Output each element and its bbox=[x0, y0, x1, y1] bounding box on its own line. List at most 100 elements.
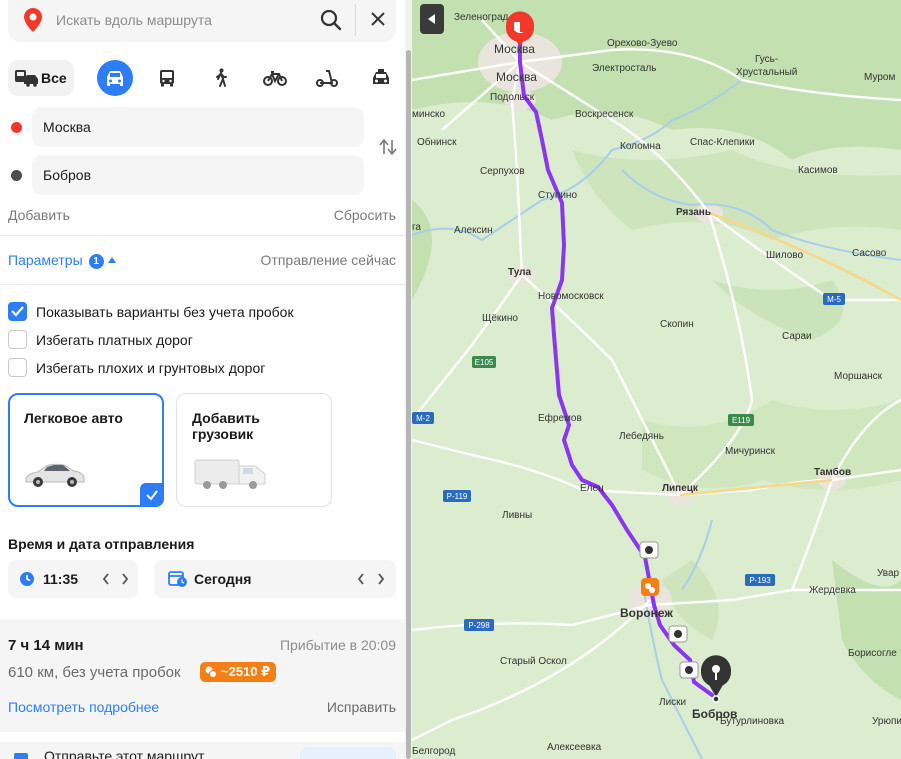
city-label: Хрустальный bbox=[736, 67, 797, 78]
send-route-text: Отправьте этот маршрут bbox=[44, 748, 205, 759]
collapse-panel-button[interactable] bbox=[420, 4, 444, 34]
route-summary-card[interactable]: 7 ч 14 мин Прибытие в 20:09 610 км, без … bbox=[0, 619, 405, 759]
option-label: Избегать платных дорог bbox=[36, 332, 193, 348]
selected-check-badge bbox=[140, 483, 164, 507]
departure-date-picker[interactable]: Сегодня bbox=[154, 560, 396, 598]
city-label: Тула bbox=[508, 267, 532, 278]
road-shield-m5: М-5 bbox=[823, 293, 845, 305]
road-shield-p193: Р-193 bbox=[745, 574, 775, 586]
city-label: Лиски bbox=[659, 697, 686, 708]
scrollbar-thumb[interactable] bbox=[406, 50, 411, 759]
caret-up-icon bbox=[107, 257, 116, 263]
city-label: Бутурлиновка bbox=[720, 716, 785, 727]
vehicle-car-label: Легковое авто bbox=[24, 410, 123, 426]
view-details-link[interactable]: Посмотреть подробнее bbox=[8, 699, 159, 715]
chevron-left-icon[interactable] bbox=[356, 572, 366, 586]
mode-walk-button[interactable] bbox=[203, 60, 239, 96]
city-label: Коломна bbox=[620, 141, 661, 152]
mode-bicycle-button[interactable] bbox=[257, 60, 293, 96]
map-canvas[interactable]: E105 М-2 М-5 E119 Р-119 Р-193 Р-298 Зеле… bbox=[412, 0, 901, 759]
clock-icon bbox=[20, 572, 34, 586]
city-label: Ефремов bbox=[538, 412, 582, 424]
road-shield-e105: E105 bbox=[472, 356, 496, 368]
vehicle-truck-card[interactable]: Добавить грузовик bbox=[176, 393, 332, 507]
reset-route-button[interactable]: Сбросить bbox=[334, 207, 396, 223]
chevron-right-icon[interactable] bbox=[376, 572, 386, 586]
mode-all-button[interactable]: Все bbox=[8, 60, 74, 96]
svg-text:E119: E119 bbox=[732, 416, 751, 425]
start-point-field[interactable]: Москва bbox=[32, 107, 364, 147]
swap-points-icon[interactable] bbox=[378, 138, 398, 156]
vehicle-car-card[interactable]: Легковое авто bbox=[8, 393, 164, 507]
svg-text:E105: E105 bbox=[475, 358, 494, 367]
city-label: Серпухов bbox=[480, 166, 525, 177]
map-view[interactable]: E105 М-2 М-5 E119 Р-119 Р-193 Р-298 Зеле… bbox=[412, 0, 901, 759]
city-label: Орехово-Зуево bbox=[607, 38, 678, 49]
city-label: Елец bbox=[580, 483, 604, 494]
add-point-button[interactable]: Добавить bbox=[8, 207, 70, 223]
report-error-link[interactable]: Исправить bbox=[327, 699, 396, 715]
send-route-checkbox[interactable] bbox=[14, 753, 28, 759]
city-label: Подольск bbox=[490, 92, 535, 103]
svg-text:Р-193: Р-193 bbox=[749, 576, 771, 585]
mode-car-button[interactable] bbox=[97, 60, 133, 96]
send-route-button[interactable] bbox=[300, 747, 396, 759]
mode-bus-button[interactable] bbox=[149, 60, 185, 96]
chevron-left-icon[interactable] bbox=[101, 572, 111, 586]
map-pin-icon bbox=[24, 8, 42, 32]
chevron-right-icon[interactable] bbox=[120, 572, 130, 586]
departure-time-picker[interactable]: 11:35 bbox=[8, 560, 138, 598]
city-label: Старый Оскол bbox=[500, 656, 567, 667]
checkbox-checked[interactable] bbox=[8, 302, 27, 321]
city-label: Тамбов bbox=[814, 466, 851, 478]
start-dot-icon bbox=[11, 122, 22, 133]
scooter-icon bbox=[316, 70, 338, 87]
city-label: Воскресенск bbox=[575, 109, 634, 120]
camera-marker[interactable] bbox=[679, 661, 699, 679]
city-label: Москва bbox=[496, 70, 537, 84]
search-icon[interactable] bbox=[320, 9, 342, 31]
parameters-toggle[interactable]: Параметры 1 bbox=[8, 252, 116, 269]
departure-time-link[interactable]: Отправление сейчас bbox=[261, 252, 396, 268]
svg-text:М-5: М-5 bbox=[827, 295, 841, 304]
search-input[interactable]: Искать вдоль маршрута bbox=[56, 12, 212, 28]
close-icon[interactable] bbox=[370, 11, 386, 27]
city-label: Касимов bbox=[798, 165, 838, 176]
checkbox[interactable] bbox=[8, 358, 27, 377]
checkbox[interactable] bbox=[8, 330, 27, 349]
road-shield-m2: М-2 bbox=[412, 412, 434, 424]
panel-scrollbar[interactable] bbox=[405, 0, 412, 759]
road-shield-p298: Р-298 bbox=[464, 619, 494, 631]
city-label: Алексин bbox=[454, 225, 493, 236]
city-label: Щёкино bbox=[482, 313, 518, 324]
route-point-start[interactable]: Москва bbox=[8, 107, 368, 147]
city-label: га bbox=[412, 222, 421, 233]
check-icon bbox=[11, 306, 24, 317]
route-point-end[interactable]: Бобров bbox=[8, 155, 368, 195]
toll-marker[interactable] bbox=[641, 578, 659, 596]
road-shield-p119: Р-119 bbox=[443, 490, 471, 502]
camera-marker[interactable] bbox=[668, 625, 688, 643]
city-label: Борисогле bbox=[848, 648, 897, 659]
city-label: Жердевка bbox=[809, 585, 856, 596]
mode-taxi-button[interactable] bbox=[363, 60, 399, 96]
mode-scooter-button[interactable] bbox=[309, 60, 345, 96]
city-label: Алексеевка bbox=[547, 742, 602, 753]
city-label: Увар bbox=[877, 568, 900, 579]
city-label: Новомосковск bbox=[538, 291, 604, 302]
end-point-field[interactable]: Бобров bbox=[32, 155, 364, 195]
city-label: Урюпинс bbox=[872, 716, 901, 727]
road-shield-e119: E119 bbox=[728, 414, 754, 426]
departure-time-value: 11:35 bbox=[43, 571, 79, 587]
city-label: Сараи bbox=[782, 331, 812, 342]
divider bbox=[0, 284, 405, 285]
option-label: Избегать плохих и грунтовых дорог bbox=[36, 360, 266, 376]
camera-marker[interactable] bbox=[639, 541, 659, 559]
option-label: Показывать варианты без учета пробок bbox=[36, 304, 294, 320]
city-label: Рязань bbox=[676, 207, 711, 218]
triangle-left-icon bbox=[428, 14, 435, 24]
city-label: Моршанск bbox=[834, 371, 883, 382]
divider bbox=[0, 732, 405, 742]
taxi-icon bbox=[373, 69, 389, 84]
route-search-bar[interactable]: Искать вдоль маршрута bbox=[8, 0, 396, 42]
